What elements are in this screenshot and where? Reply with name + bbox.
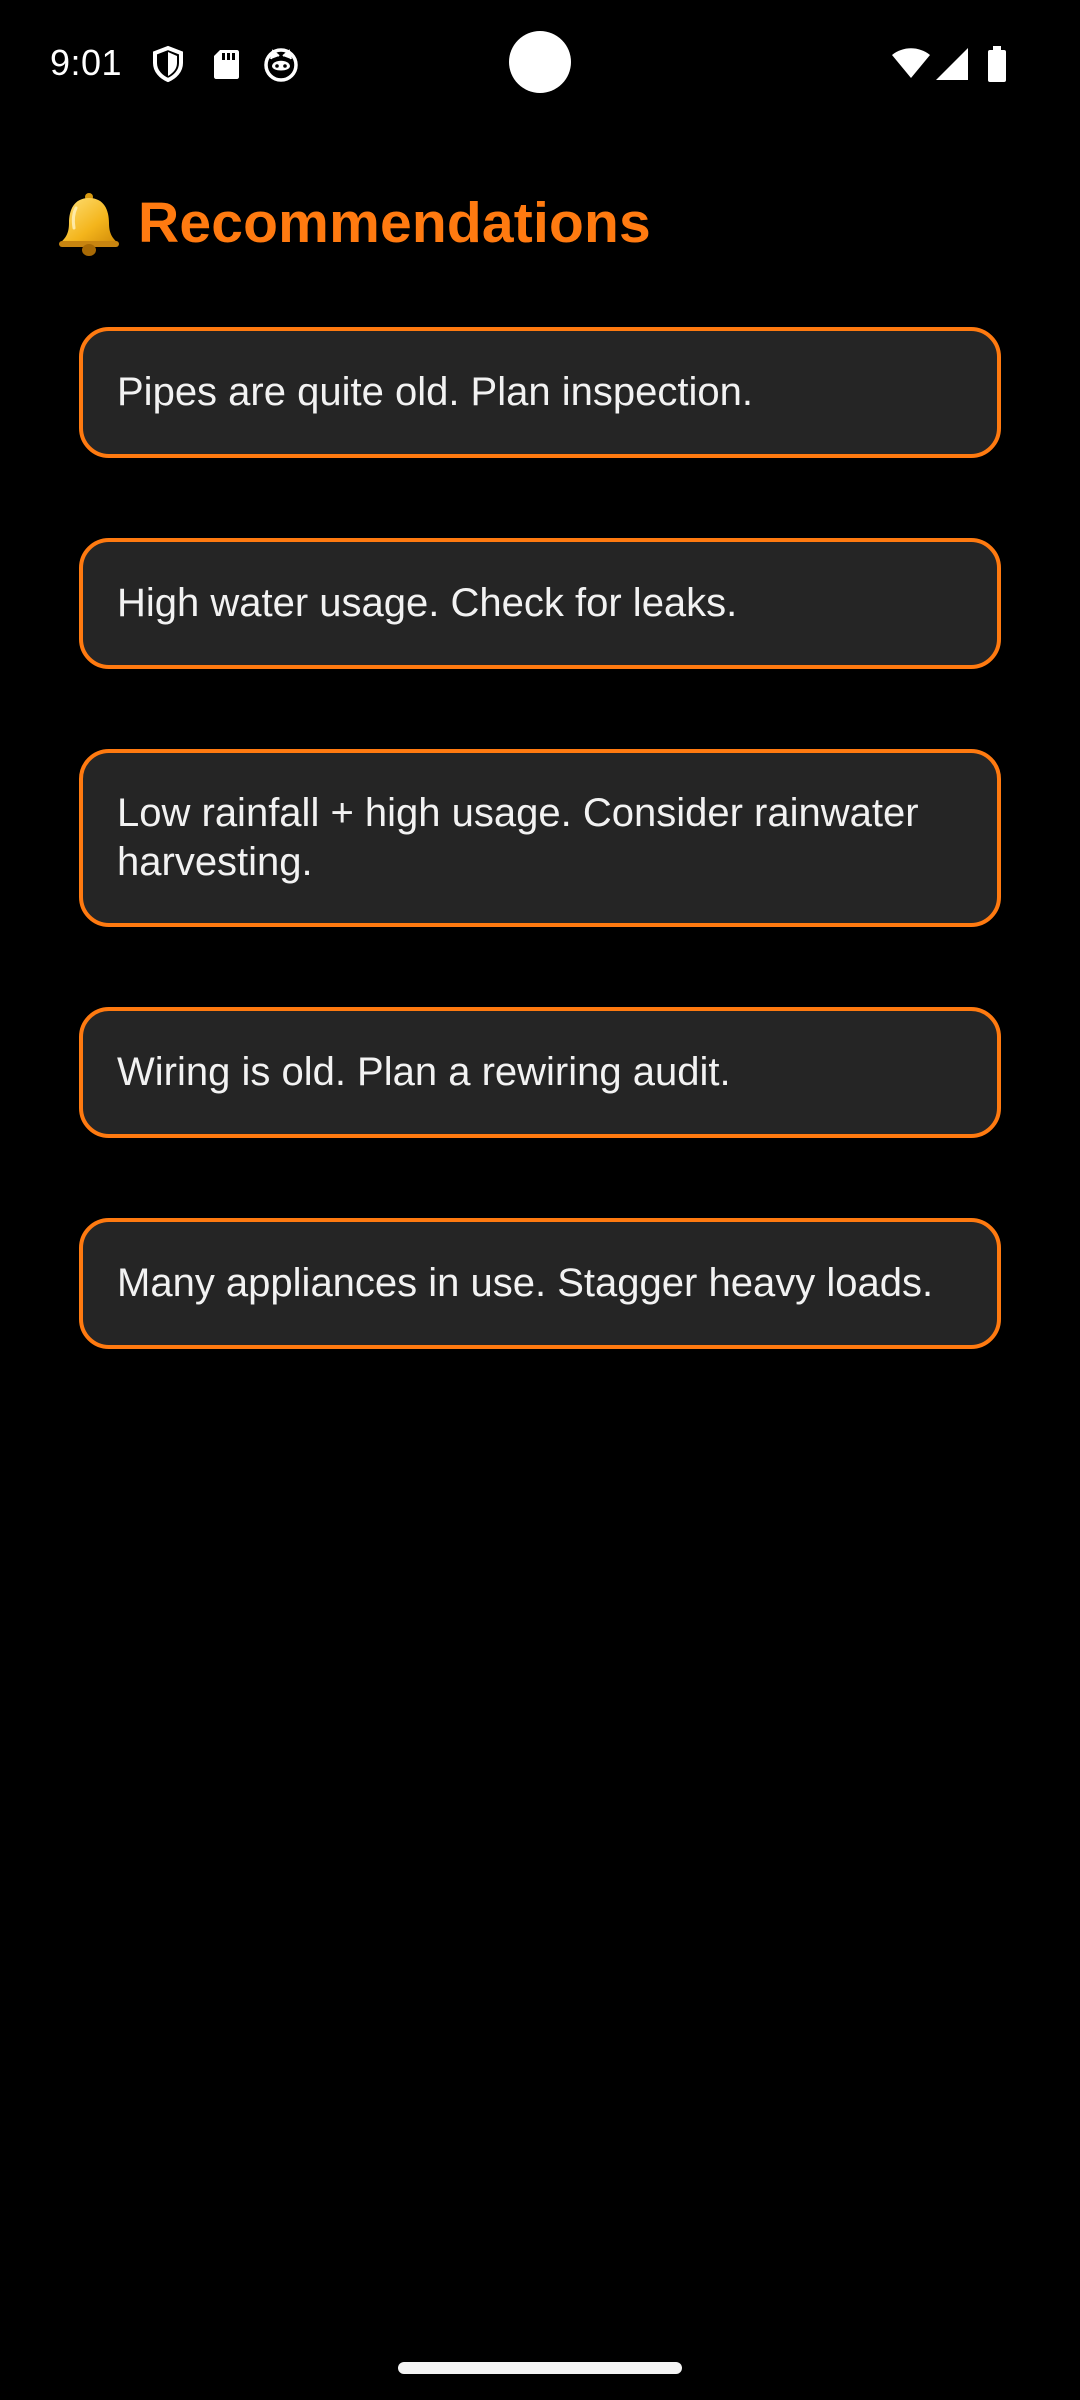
status-time: 9:01 xyxy=(50,42,123,83)
page-title: Recommendations xyxy=(138,191,651,255)
cat-face-icon xyxy=(264,48,298,82)
home-indicator[interactable] xyxy=(398,2362,682,2374)
camera-cutout xyxy=(509,31,571,93)
battery-icon xyxy=(988,46,1006,82)
page-header: Recommendations xyxy=(54,188,651,258)
shield-icon xyxy=(153,45,183,83)
bell-icon xyxy=(59,193,119,256)
recommendation-card: Low rainfall + high usage. Consider rain… xyxy=(79,749,1001,927)
recommendation-card: Pipes are quite old. Plan inspection. xyxy=(79,327,1001,458)
recommendations-list: Pipes are quite old. Plan inspection. Hi… xyxy=(79,327,1001,1429)
status-bar: 9:01 xyxy=(0,0,1080,130)
recommendation-card: Many appliances in use. Stagger heavy lo… xyxy=(79,1218,1001,1349)
cellular-signal-icon xyxy=(936,48,968,80)
sd-card-icon xyxy=(214,50,239,79)
recommendation-card: Wiring is old. Plan a rewiring audit. xyxy=(79,1007,1001,1138)
recommendation-card: High water usage. Check for leaks. xyxy=(79,538,1001,669)
wifi-icon xyxy=(892,48,930,78)
